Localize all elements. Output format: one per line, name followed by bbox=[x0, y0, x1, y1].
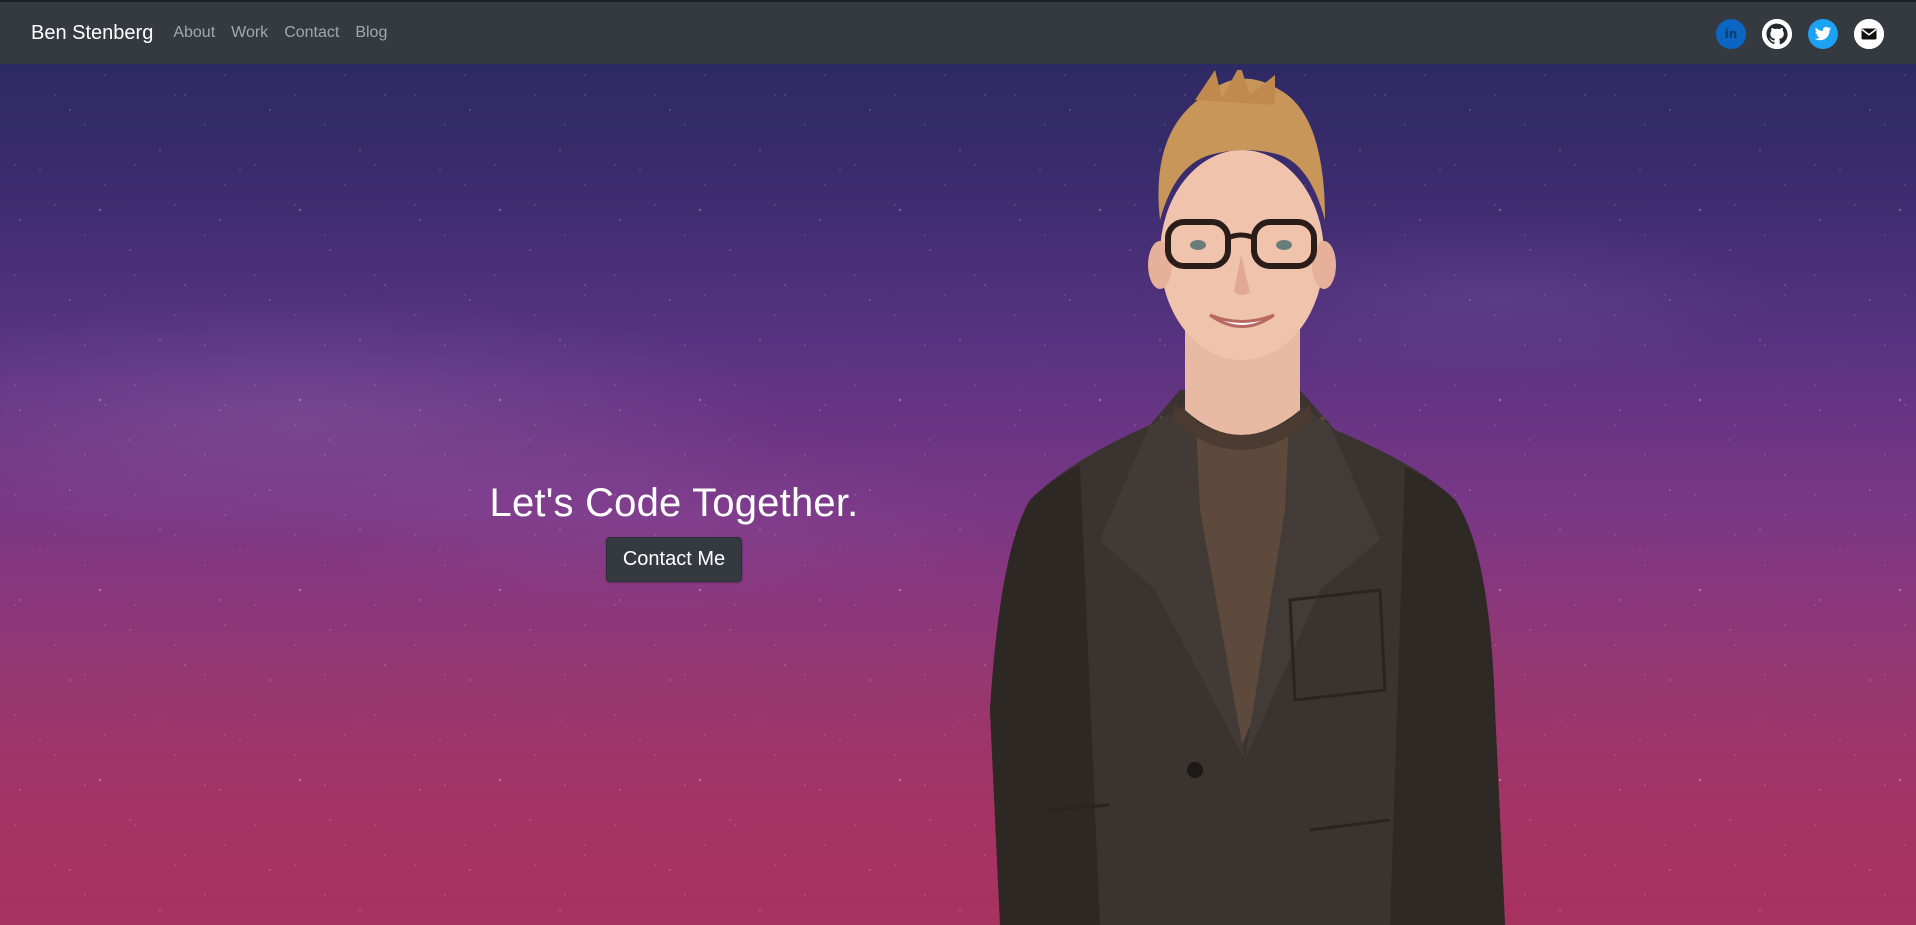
starfield-background-fine bbox=[0, 0, 1916, 925]
contact-me-button[interactable]: Contact Me bbox=[605, 537, 743, 582]
hero-title: Let's Code Together. bbox=[489, 481, 859, 525]
linkedin-icon: in bbox=[1724, 27, 1738, 41]
brand-link[interactable]: Ben Stenberg bbox=[31, 22, 153, 45]
github-link[interactable] bbox=[1762, 19, 1792, 49]
nav-link-about[interactable]: About bbox=[165, 24, 223, 42]
twitter-icon bbox=[1814, 26, 1832, 41]
page: Ben Stenberg About Work Contact Blog in bbox=[0, 0, 1916, 925]
linkedin-link[interactable]: in bbox=[1716, 19, 1746, 49]
hero-section: Let's Code Together. Contact Me bbox=[474, 475, 874, 582]
github-icon bbox=[1762, 19, 1792, 49]
portrait-photo bbox=[990, 70, 1505, 925]
top-navbar: Ben Stenberg About Work Contact Blog in bbox=[0, 0, 1916, 64]
email-link[interactable] bbox=[1854, 19, 1884, 49]
nav-links: About Work Contact Blog bbox=[165, 24, 395, 42]
nav-link-contact[interactable]: Contact bbox=[276, 24, 347, 42]
twitter-link[interactable] bbox=[1808, 19, 1838, 49]
nav-link-work[interactable]: Work bbox=[223, 24, 276, 42]
mail-icon bbox=[1854, 19, 1884, 49]
social-links: in bbox=[1716, 19, 1884, 49]
nav-link-blog[interactable]: Blog bbox=[347, 24, 395, 42]
